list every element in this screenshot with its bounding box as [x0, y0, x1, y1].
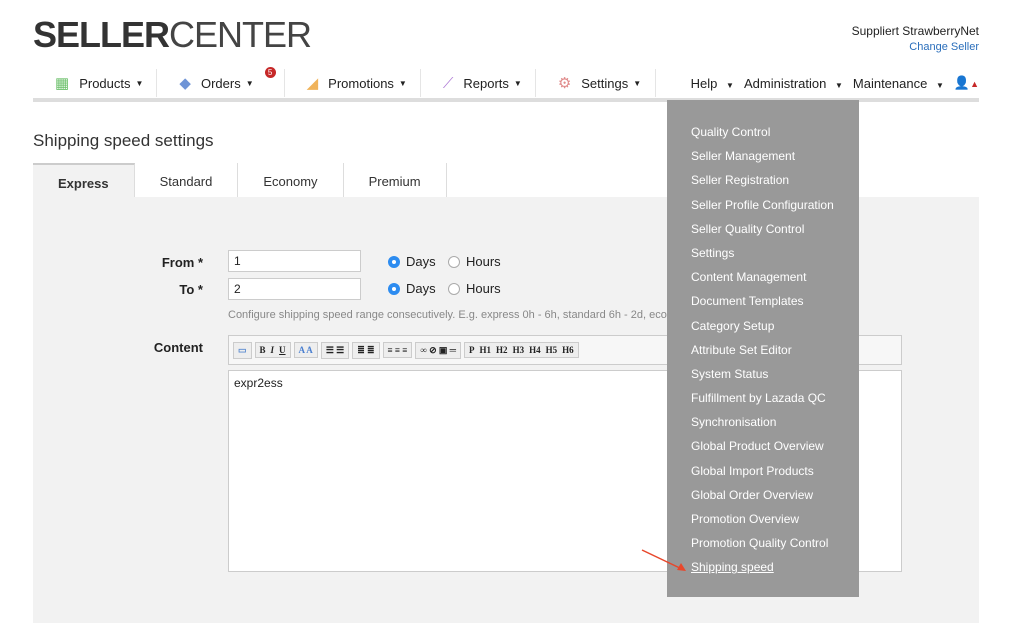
to-hours-radio[interactable]: Hours [448, 281, 501, 296]
menu-item[interactable]: Category Setup [667, 314, 859, 338]
administration-dropdown: Quality Control Seller Management Seller R… [667, 100, 859, 597]
to-label: To * [179, 282, 203, 297]
nav-products[interactable]: ▦ Products ▼ [33, 69, 158, 97]
menu-item[interactable]: Quality Control [667, 120, 859, 144]
menu-item[interactable]: Seller Quality Control [667, 217, 859, 241]
menu-item[interactable]: Global Order Overview [667, 483, 859, 507]
menu-item[interactable]: Attribute Set Editor [667, 338, 859, 362]
caret-down-icon: ▼ [513, 78, 522, 88]
menu-item[interactable]: Global Import Products [667, 459, 859, 483]
main-nav: ▦ Products ▼ ◆ Orders ▼ 5 ◢ Promotions ▼ ⟋ Repor… [33, 67, 979, 102]
nav-label: Products [79, 75, 131, 91]
menu-item[interactable]: Content Management [667, 265, 859, 289]
menu-item[interactable]: Promotion Quality Control [667, 531, 859, 555]
h6-button[interactable]: H6 [562, 345, 574, 355]
from-hours-radio[interactable]: Hours [448, 254, 501, 269]
user-info: Suppliert StrawberryNet Change Seller [852, 24, 979, 53]
nav-label: Orders [200, 75, 241, 91]
megaphone-icon: ◢ [306, 75, 319, 92]
to-input[interactable]: 2 [228, 278, 361, 300]
logo-light: CENTER [169, 14, 312, 55]
h2-button[interactable]: H2 [496, 345, 508, 355]
image-button[interactable]: ▭ [233, 341, 252, 359]
orders-badge: 5 [264, 67, 276, 78]
indent-buttons[interactable]: ≣ ≣ [352, 341, 380, 359]
italic-button[interactable]: I [271, 345, 275, 355]
grid-icon: ▦ [55, 75, 70, 92]
menu-item[interactable]: Settings [667, 241, 859, 265]
menu-item[interactable]: Promotion Overview [667, 507, 859, 531]
h5-button[interactable]: H5 [546, 345, 558, 355]
nav-label: Reports [463, 75, 509, 91]
nav-reports[interactable]: ⟋ Reports ▼ [421, 69, 536, 97]
menu-item[interactable]: Global Product Overview [667, 434, 859, 458]
h4-button[interactable]: H4 [529, 345, 541, 355]
tab-economy[interactable]: Economy [238, 163, 344, 197]
menu-item[interactable]: Shipping speed [667, 555, 859, 579]
menu-item[interactable]: System Status [667, 362, 859, 386]
to-days-radio[interactable]: Days [388, 281, 436, 296]
nav-label: Settings [581, 75, 629, 91]
from-days-radio[interactable]: Days [388, 254, 436, 269]
align-buttons[interactable]: ≡ ≡ ≡ [382, 342, 413, 358]
from-input[interactable]: 1 [228, 250, 361, 272]
menu-item[interactable]: Seller Profile Configuration [667, 193, 859, 217]
nav-help[interactable]: Help ▼ [691, 76, 734, 91]
h1-button[interactable]: H1 [480, 345, 492, 355]
nav-orders[interactable]: ◆ Orders ▼ 5 [157, 67, 285, 97]
gear-icon: ⚙ [557, 75, 572, 92]
caret-down-icon: ▼ [245, 78, 254, 88]
color-buttons[interactable]: A A [293, 342, 318, 358]
h3-button[interactable]: H3 [513, 345, 525, 355]
menu-item[interactable]: Document Templates [667, 289, 859, 313]
nav-administration[interactable]: Administration ▼ [744, 76, 843, 91]
content-label: Content [153, 340, 203, 355]
user-alert-icon[interactable]: 👤▲ [954, 75, 979, 91]
tab-standard[interactable]: Standard [135, 163, 239, 197]
logo: SELLERCENTER [33, 14, 312, 56]
change-seller-link[interactable]: Change Seller [852, 41, 979, 53]
menu-item[interactable]: Seller Registration [667, 168, 859, 192]
menu-item[interactable]: Seller Management [667, 144, 859, 168]
list-buttons[interactable]: ☰ ☰ [320, 341, 350, 359]
nav-promotions[interactable]: ◢ Promotions ▼ [285, 69, 421, 97]
p-button[interactable]: P [469, 345, 475, 355]
seller-name: Suppliert StrawberryNet [851, 24, 979, 38]
chart-icon: ⟋ [442, 74, 454, 92]
nav-settings[interactable]: ⚙ Settings ▼ [536, 69, 656, 97]
caret-down-icon: ▼ [135, 78, 144, 88]
underline-button[interactable]: U [279, 345, 286, 355]
link-buttons[interactable]: ∞ ⊘ ▣ ═ [415, 341, 462, 359]
menu-item[interactable]: Synchronisation [667, 410, 859, 434]
red-arrow-annotation [641, 549, 686, 571]
page-title: Shipping speed settings [33, 131, 214, 150]
nav-maintenance[interactable]: Maintenance ▼ [853, 76, 944, 91]
bold-button[interactable]: B [260, 345, 266, 355]
tab-express[interactable]: Express [33, 163, 135, 197]
nav-label: Promotions [328, 75, 394, 91]
tag-icon: ◆ [179, 75, 191, 92]
caret-down-icon: ▼ [633, 78, 642, 88]
caret-down-icon: ▼ [398, 78, 407, 88]
tab-premium[interactable]: Premium [344, 163, 447, 197]
from-label: From * [161, 255, 203, 270]
hint-text: Configure shipping speed range consecuti… [228, 309, 689, 321]
menu-item[interactable]: Fulfillment by Lazada QC [667, 386, 859, 410]
logo-bold: SELLER [33, 14, 170, 55]
